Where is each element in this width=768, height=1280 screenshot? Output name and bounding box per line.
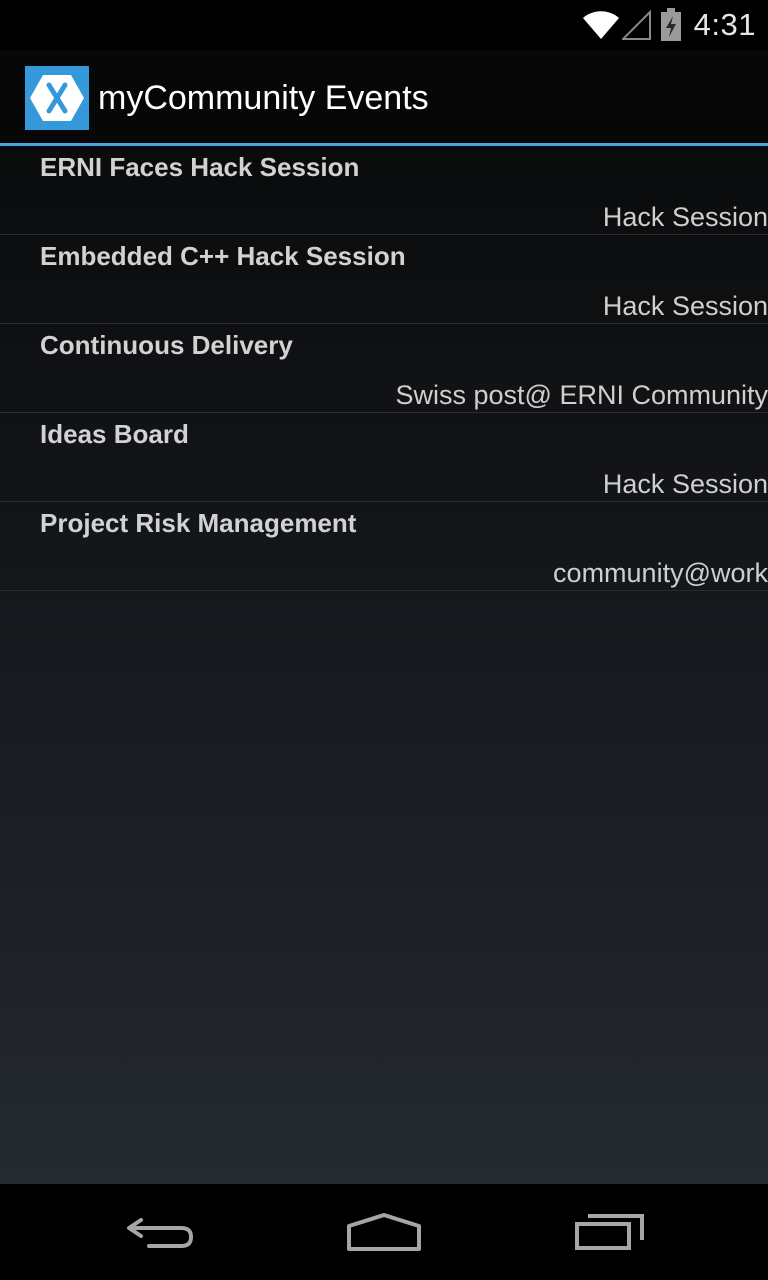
event-list-item[interactable]: Project Risk Management community@work [0, 502, 768, 591]
event-title: Embedded C++ Hack Session [40, 241, 406, 271]
status-icons: 4:31 [582, 0, 756, 50]
event-list-container: ERNI Faces Hack Session Hack Session Emb… [0, 146, 768, 1184]
battery-charging-icon [660, 8, 681, 41]
xamarin-logo-icon[interactable] [25, 66, 89, 130]
recent-apps-icon [575, 1214, 644, 1250]
event-list-item[interactable]: ERNI Faces Hack Session Hack Session [0, 146, 768, 235]
navigation-bar [0, 1184, 768, 1280]
event-title: Ideas Board [40, 419, 189, 449]
event-category: Hack Session [602, 202, 768, 232]
event-category: Swiss post@ ERNI Community [395, 380, 768, 410]
wifi-icon [582, 11, 619, 39]
app-title: myCommunity Events [98, 79, 429, 117]
status-time: 4:31 [693, 7, 756, 42]
event-title: ERNI Faces Hack Session [40, 152, 360, 182]
event-list: ERNI Faces Hack Session Hack Session Emb… [0, 146, 768, 591]
event-title: Project Risk Management [40, 508, 357, 538]
event-category: Hack Session [602, 469, 768, 499]
cell-signal-icon [621, 9, 651, 40]
event-category: community@work [553, 558, 768, 588]
event-list-item[interactable]: Embedded C++ Hack Session Hack Session [0, 235, 768, 324]
home-icon [347, 1213, 421, 1251]
status-bar: 4:31 [0, 0, 768, 50]
back-icon [127, 1218, 194, 1248]
action-bar: myCommunity Events [0, 50, 768, 146]
event-title: Continuous Delivery [40, 330, 293, 360]
home-button[interactable] [334, 1202, 434, 1262]
recent-apps-button[interactable] [560, 1202, 660, 1262]
event-list-item[interactable]: Ideas Board Hack Session [0, 413, 768, 502]
screen: 4:31 myCommunity Events ERNI Faces Hack … [0, 0, 768, 1280]
event-category: Hack Session [602, 291, 768, 321]
back-button[interactable] [110, 1202, 210, 1262]
event-list-item[interactable]: Continuous Delivery Swiss post@ ERNI Com… [0, 324, 768, 413]
